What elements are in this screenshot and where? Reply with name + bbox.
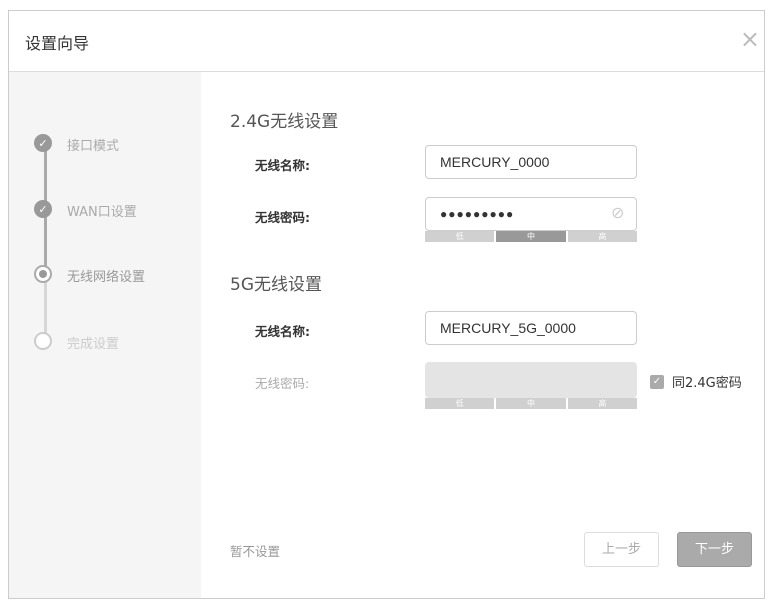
- password-input-24g[interactable]: ●●●●●●●●●: [425, 197, 637, 231]
- strength-low: 低: [425, 231, 495, 242]
- dialog-title: 设置向导: [25, 34, 90, 53]
- password-strength-5g: 低 中 高: [425, 398, 637, 409]
- hide-password-icon[interactable]: ⊘: [611, 203, 624, 222]
- check-icon: ✓: [34, 200, 52, 218]
- close-icon[interactable]: ×: [740, 25, 760, 53]
- dialog-header: 设置向导 ×: [9, 11, 764, 72]
- strength-medium: 中: [496, 398, 566, 409]
- strength-high: 高: [567, 231, 637, 242]
- step-label: 接口模式: [67, 139, 120, 154]
- pending-step-icon: [34, 332, 52, 350]
- step-label: 无线网络设置: [67, 270, 146, 285]
- checkbox-checked-icon[interactable]: ✓: [650, 374, 664, 389]
- section-title-5g: 5G无线设置: [230, 275, 322, 295]
- step-label: 完成设置: [67, 337, 120, 352]
- password-strength-24g: 低 中 高: [425, 231, 637, 242]
- ssid-input-24g[interactable]: MERCURY_0000: [425, 145, 637, 179]
- strength-low: 低: [425, 398, 495, 409]
- previous-button[interactable]: 上一步: [584, 532, 659, 567]
- same-password-checkbox[interactable]: ✓ 同2.4G密码: [650, 372, 742, 391]
- strength-high: 高: [567, 398, 637, 409]
- ssid-label-5g: 无线名称:: [255, 324, 310, 339]
- ssid-label-24g: 无线名称:: [255, 158, 310, 173]
- password-label-5g: 无线密码:: [255, 376, 310, 391]
- steps-sidebar: ✓ 接口模式 ✓ WAN口设置 无线网络设置 完成设置: [9, 72, 201, 598]
- password-label-24g: 无线密码:: [255, 210, 310, 225]
- section-title-24g: 2.4G无线设置: [230, 112, 339, 132]
- ssid-input-5g[interactable]: MERCURY_5G_0000: [425, 311, 637, 345]
- next-button[interactable]: 下一步: [677, 532, 752, 567]
- step-label: WAN口设置: [67, 205, 137, 220]
- same-password-label: 同2.4G密码: [672, 376, 742, 391]
- skip-link[interactable]: 暂不设置: [230, 541, 280, 560]
- setup-wizard-dialog: 设置向导 × ✓ 接口模式 ✓ WAN口设置 无线网络设置 完成设置 2.4G无…: [8, 10, 765, 599]
- strength-medium: 中: [496, 231, 566, 242]
- current-step-icon: [34, 265, 52, 283]
- check-icon: ✓: [34, 134, 52, 152]
- password-input-5g: [425, 362, 637, 398]
